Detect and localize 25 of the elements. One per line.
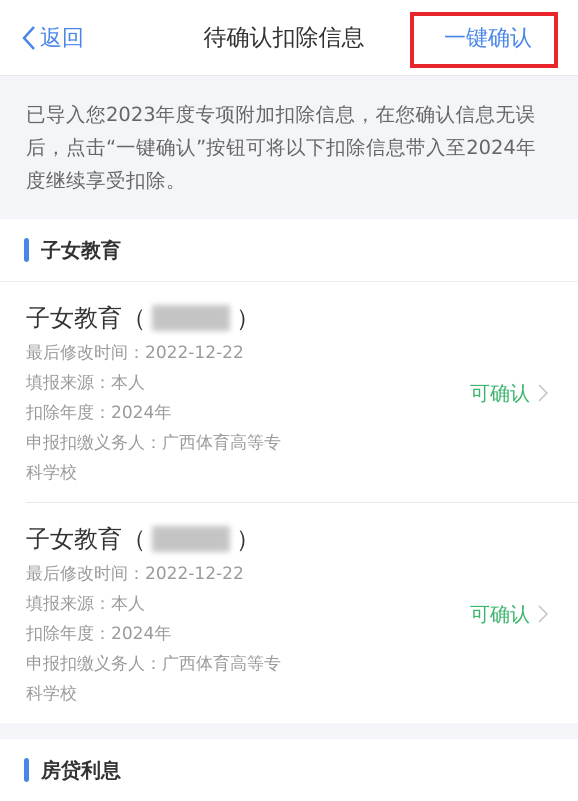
item-field: 扣除年度：2024年 <box>26 619 290 649</box>
item-field: 最后修改时间：2022-12-22 <box>26 338 290 368</box>
item-title: 子女教育（ <box>26 524 146 555</box>
item-field: 申报扣缴义务人：广西体育高等专科学校 <box>26 649 290 709</box>
item-field: 申报扣缴义务人：广西体育高等专科学校 <box>26 428 290 488</box>
item-title: 子女教育（ <box>26 303 146 334</box>
confirm-status-link[interactable]: 可确认 <box>470 600 548 628</box>
section-title: 子女教育 <box>41 236 121 264</box>
confirm-all-button[interactable]: 一键确认 <box>444 22 532 52</box>
item-field: 填报来源：本人 <box>26 368 290 398</box>
notice-text: 已导入您2023年度专项附加扣除信息，在您确认信息无误后，点击“一键确认”按钮可将以下扣除信息带入至2024年度继续享受扣除。 <box>25 102 537 194</box>
confirm-status-link[interactable]: 可确认 <box>470 380 548 406</box>
section-title: 房贷利息 <box>41 756 121 784</box>
item-field: 最后修改时间：2022-12-22 <box>26 559 290 589</box>
chevron-right-icon <box>538 384 548 402</box>
item-field: 扣除年度：2024年 <box>26 398 290 428</box>
chevron-right-icon <box>538 605 548 623</box>
item-title-paren: ） <box>236 303 260 334</box>
chevron-left-icon <box>22 24 36 50</box>
item-field: 填报来源：本人 <box>26 589 290 619</box>
back-button[interactable]: 返回 <box>22 22 84 52</box>
page-title: 待确认扣除信息 <box>202 24 366 53</box>
accent-bar <box>24 758 29 782</box>
item-title-paren: ） <box>236 524 260 555</box>
accent-bar <box>24 238 29 262</box>
